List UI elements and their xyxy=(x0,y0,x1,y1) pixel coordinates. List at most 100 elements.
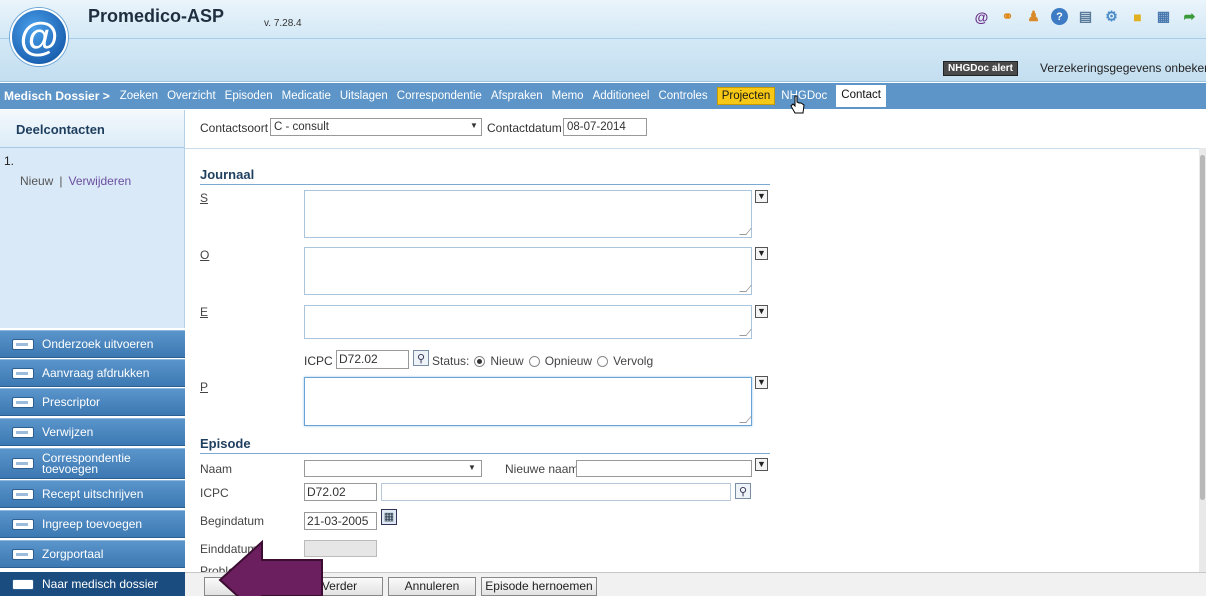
menu-item-additioneel[interactable]: Additioneel xyxy=(593,90,650,102)
menu-item-projecten[interactable]: Projecten xyxy=(716,87,776,105)
menu-item-episoden[interactable]: Episoden xyxy=(225,90,273,102)
journal-section-title: Journaal xyxy=(200,167,255,182)
contact-date-label: Contactdatum xyxy=(487,121,562,135)
sidebar-item-label: Zorgportaal xyxy=(42,546,104,561)
sidebar-item-zorgportaal[interactable]: Zorgportaal xyxy=(0,540,185,568)
sidebar-item-recept[interactable]: Recept uitschrijven xyxy=(0,480,185,508)
sidebar-title: Deelcontacten xyxy=(16,122,105,137)
scrollbar-thumb[interactable] xyxy=(1200,155,1205,500)
network-icon[interactable]: ⚭ xyxy=(999,8,1016,25)
insurance-status: Verzekeringsgegevens onbekend xyxy=(1040,61,1206,75)
soep-o-textarea[interactable] xyxy=(304,247,752,295)
sidebar-item-medisch-dossier[interactable]: Naar medisch dossier xyxy=(0,572,185,596)
status-option-label: Vervolg xyxy=(613,354,654,368)
filter-icon[interactable]: ▼ xyxy=(755,458,768,471)
soep-e-textarea[interactable] xyxy=(304,305,752,339)
new-name-label: Nieuwe naam xyxy=(505,462,579,476)
sidebar-item-ingreep[interactable]: Ingreep toevoegen xyxy=(0,510,185,538)
filter-icon[interactable]: ▼ xyxy=(755,247,768,260)
cancel-button[interactable]: Annuleren xyxy=(388,577,476,596)
app-title: Promedico-ASP xyxy=(88,6,225,26)
filter-icon[interactable]: ▼ xyxy=(755,190,768,203)
sidebar-item-prescriptor[interactable]: Prescriptor xyxy=(0,388,185,416)
contact-date-input[interactable]: 08-07-2014 xyxy=(563,118,647,136)
app-version: v. 7.28.4 xyxy=(264,18,302,29)
icpc-label: ICPC xyxy=(304,354,333,368)
menu-item-correspondentie[interactable]: Correspondentie xyxy=(397,90,482,102)
episode-icpc-input[interactable]: D72.02 xyxy=(304,483,377,501)
subcontact-number[interactable]: 1. xyxy=(4,154,14,168)
logout-icon[interactable]: ➦ xyxy=(1181,8,1198,25)
icpc-input[interactable]: D72.02 xyxy=(336,350,409,369)
annotation-arrow xyxy=(218,539,323,596)
folder-icon xyxy=(12,426,34,438)
status-option-label: Opnieuw xyxy=(544,354,593,368)
hand-cursor-icon xyxy=(790,95,805,114)
soep-s-textarea[interactable] xyxy=(304,190,752,238)
chevron-down-icon[interactable]: ▼ xyxy=(468,463,476,472)
sidebar-item-label: Prescriptor xyxy=(42,394,101,409)
soep-p-textarea[interactable] xyxy=(304,377,752,426)
sidebar-item-label: Verwijzen xyxy=(42,424,94,439)
tab-contact[interactable]: Contact xyxy=(836,85,886,107)
menu-item-zoeken[interactable]: Zoeken xyxy=(120,90,158,102)
contact-type-select[interactable]: C - consult xyxy=(270,118,482,136)
sidebar-item-correspondentie[interactable]: Correspondentie toevoegen xyxy=(0,448,185,479)
episode-icpc-label: ICPC xyxy=(200,486,229,500)
menu-item-controles[interactable]: Controles xyxy=(658,90,707,102)
sidebar-item-label: Naar medisch dossier xyxy=(42,577,159,591)
folder-icon xyxy=(12,396,34,408)
search-icon[interactable]: ⚲ xyxy=(413,350,429,366)
status-label: Status: xyxy=(432,354,470,368)
new-subcontact-link[interactable]: Nieuw xyxy=(20,174,53,188)
folder-icon xyxy=(12,488,34,500)
sidebar-item-verwijzen[interactable]: Verwijzen xyxy=(0,418,185,446)
folder-icon[interactable]: ■ xyxy=(1129,8,1146,25)
menu-item-afspraken[interactable]: Afspraken xyxy=(491,90,543,102)
sidebar-header: Deelcontacten xyxy=(0,110,185,148)
status-radio-group: Status: Nieuw Opnieuw Vervolg xyxy=(432,354,653,368)
soep-e-label: E xyxy=(200,305,209,319)
episode-icpc-description[interactable] xyxy=(381,483,731,501)
user-icon[interactable]: ♟ xyxy=(1025,8,1042,25)
menu-item-overzicht[interactable]: Overzicht xyxy=(167,90,216,102)
at-icon[interactable]: @ xyxy=(973,8,990,25)
status-option-label: Nieuw xyxy=(490,354,524,368)
delete-subcontact-link[interactable]: Verwijderen xyxy=(68,174,131,188)
users-icon[interactable]: ▦ xyxy=(1155,8,1172,25)
nhgdoc-alert-badge[interactable]: NHGDoc alert xyxy=(943,61,1019,76)
soep-o-label: O xyxy=(200,248,210,262)
new-name-input[interactable] xyxy=(576,460,752,477)
settings-icon[interactable]: ⚙ xyxy=(1103,8,1120,25)
search-icon[interactable]: ⚲ xyxy=(735,483,751,499)
sidebar-item-aanvraag[interactable]: Aanvraag afdrukken xyxy=(0,359,185,387)
help-icon[interactable]: ? xyxy=(1051,8,1068,25)
folder-icon xyxy=(12,338,34,350)
episode-name-select[interactable] xyxy=(304,460,482,477)
status-radio-opnieuw[interactable] xyxy=(528,355,540,367)
sidebar-item-onderzoek[interactable]: Onderzoek uitvoeren xyxy=(0,330,185,358)
status-radio-nieuw[interactable] xyxy=(474,355,486,367)
chevron-down-icon[interactable]: ▼ xyxy=(470,121,478,130)
menu-item-uitslagen[interactable]: Uitslagen xyxy=(340,90,388,102)
sidebar-item-label: Ingreep toevoegen xyxy=(42,516,143,531)
folder-icon xyxy=(12,518,34,530)
rename-episode-button[interactable]: Episode hernoemen xyxy=(481,577,597,596)
section-divider xyxy=(200,184,770,185)
status-radio-vervolg[interactable] xyxy=(597,355,609,367)
filter-icon[interactable]: ▼ xyxy=(755,376,768,389)
calendar-icon[interactable]: ▦ xyxy=(381,509,397,525)
document-icon[interactable]: ▤ xyxy=(1077,8,1094,25)
menu-title[interactable]: Medisch Dossier > xyxy=(4,89,110,103)
folder-icon xyxy=(12,548,34,560)
sidebar-item-label: Recept uitschrijven xyxy=(42,486,144,501)
episode-section-title: Episode xyxy=(200,436,251,451)
subcontact-actions: Nieuw | Verwijderen xyxy=(20,174,131,188)
folder-icon xyxy=(12,458,34,469)
sidebar-item-label: Correspondentie toevoegen xyxy=(42,450,131,476)
main-menu: Medisch Dossier > Zoeken Overzicht Episo… xyxy=(0,83,1206,109)
menu-item-medicatie[interactable]: Medicatie xyxy=(282,90,331,102)
menu-item-memo[interactable]: Memo xyxy=(552,90,584,102)
filter-icon[interactable]: ▼ xyxy=(755,305,768,318)
header-divider xyxy=(0,38,1206,39)
